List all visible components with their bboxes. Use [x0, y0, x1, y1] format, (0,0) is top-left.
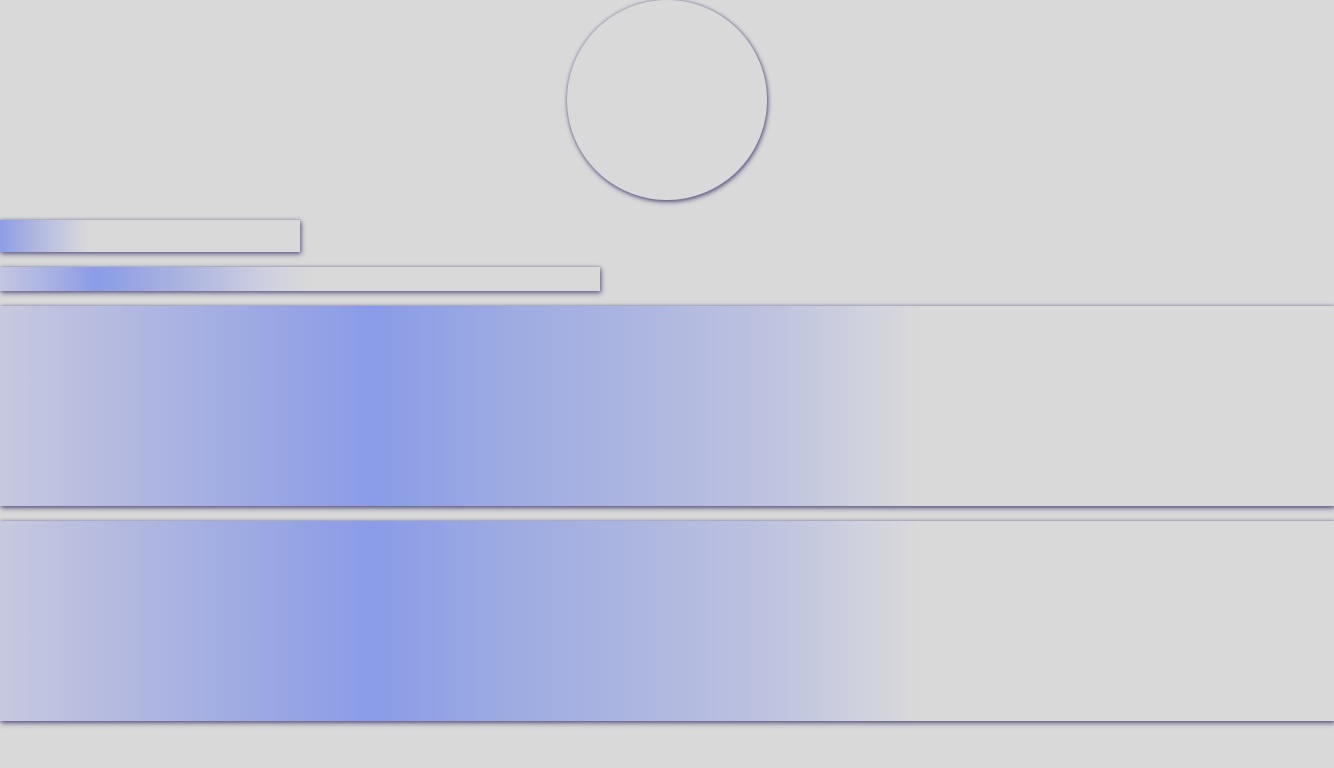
- medium-bar-placeholder: [0, 267, 600, 291]
- placeholder-screen: [0, 0, 1334, 768]
- short-bar-placeholder: [0, 220, 300, 252]
- avatar-placeholder: [567, 0, 767, 200]
- content-panel-placeholder: [0, 521, 1334, 721]
- content-panel-placeholder: [0, 306, 1334, 506]
